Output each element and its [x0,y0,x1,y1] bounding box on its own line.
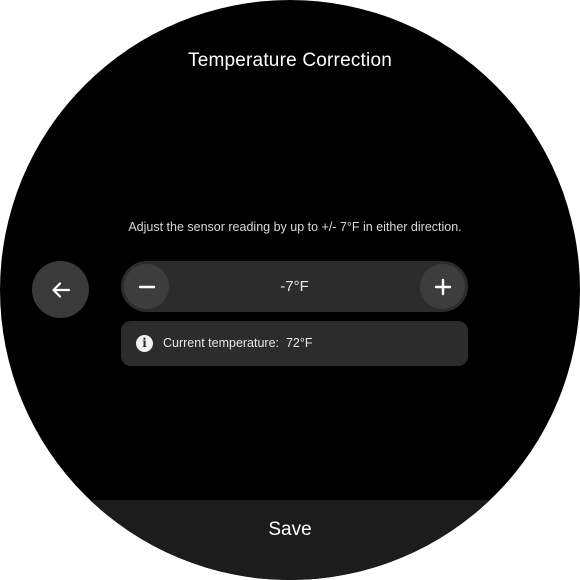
back-button[interactable] [32,261,89,318]
minus-icon [138,285,155,288]
save-label: Save [268,519,312,540]
watch-screen: Temperature Correction Adjust the sensor… [0,0,580,580]
plus-icon [434,278,451,295]
correction-value: -7°F [280,278,309,295]
info-icon: i [136,335,153,352]
page-title: Temperature Correction [188,50,392,71]
increment-button[interactable] [420,264,465,309]
current-temperature-info: i Current temperature: 72°F [121,321,468,366]
arrow-left-icon [51,281,70,298]
save-button[interactable]: Save [0,500,580,580]
adjustment-description: Adjust the sensor reading by up to +/- 7… [128,220,462,234]
temperature-stepper: -7°F [121,261,468,312]
decrement-button[interactable] [124,264,169,309]
current-temperature-text: Current temperature: 72°F [163,336,313,350]
